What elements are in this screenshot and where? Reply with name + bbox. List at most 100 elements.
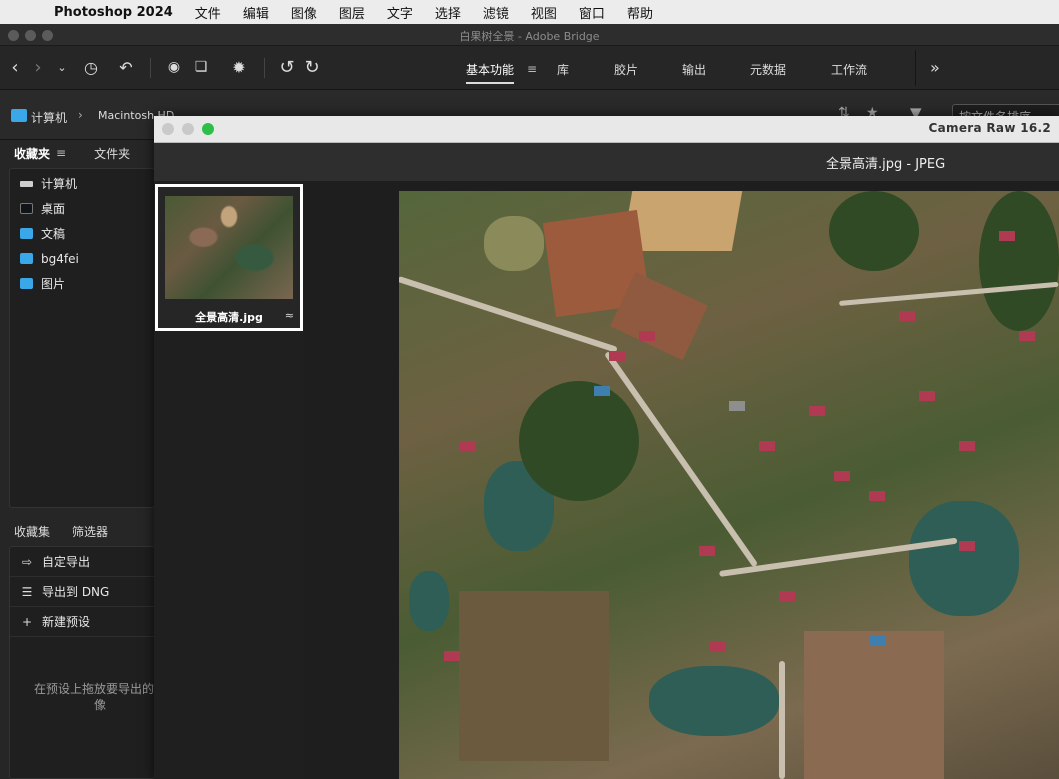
thumbnail-image — [165, 196, 293, 299]
home-folder-icon — [20, 253, 33, 264]
camera-raw-window: Camera Raw 16.2 全景高清.jpg - JPEG 全景高清.jpg… — [154, 116, 1059, 779]
house-roof — [444, 651, 460, 661]
return-to-photoshop-icon[interactable]: ↶ — [115, 56, 137, 78]
breadcrumb-separator-icon: › — [78, 108, 83, 122]
breadcrumb-item[interactable]: 计算机 — [31, 109, 67, 126]
plus-icon: + — [21, 614, 33, 629]
menu-edit[interactable]: 编辑 — [243, 3, 269, 22]
camera-raw-header: 全景高清.jpg - JPEG — [154, 143, 1059, 181]
list-item[interactable]: ☰ 导出到 DNG — [10, 577, 154, 607]
menu-view[interactable]: 视图 — [531, 3, 557, 22]
forward-arrow-icon[interactable]: › — [27, 56, 49, 78]
menu-type[interactable]: 文字 — [387, 3, 413, 22]
export-panel: ⇨ 自定导出 ☰ 导出到 DNG + 新建预设 在预设上拖放要导出的图像 — [9, 546, 166, 779]
zoom-window-button[interactable] — [202, 123, 214, 135]
thumbnail-label: 全景高清.jpg — [195, 311, 263, 324]
list-item[interactable]: bg4fei — [10, 246, 154, 271]
house-roof — [459, 441, 475, 451]
tab-favorites[interactable]: 收藏夹 — [14, 145, 50, 162]
export-hint: 在预设上拖放要导出的图像 — [33, 682, 166, 712]
menu-select[interactable]: 选择 — [435, 3, 461, 22]
tree-cluster — [979, 191, 1059, 331]
pond — [409, 571, 449, 631]
tab-workspace-output[interactable]: 输出 — [682, 61, 706, 78]
favorites-panel-tabs: 收藏夹 ≡ 文件夹 — [0, 140, 155, 166]
pictures-folder-icon — [20, 278, 33, 289]
folder-icon — [11, 109, 27, 122]
list-item[interactable]: 桌面 — [10, 196, 154, 221]
tab-workspace-filmstrip[interactable]: 胶片 — [614, 61, 638, 78]
house-roof — [759, 441, 775, 451]
house-roof — [869, 491, 885, 501]
tab-collections[interactable]: 收藏集 — [14, 523, 50, 540]
toolbar-divider — [150, 58, 151, 78]
file-heading: 全景高清.jpg - JPEG — [826, 157, 946, 172]
tab-workspace-essentials[interactable]: 基本功能 — [466, 61, 515, 84]
favorite-label: 桌面 — [41, 202, 66, 216]
export-panel-tabs: 收藏集 筛选器 — [0, 518, 155, 544]
house-roof — [1019, 331, 1035, 341]
pond — [649, 666, 779, 736]
rotate-right-icon[interactable]: ↻ — [301, 56, 323, 78]
toolbar-divider — [915, 50, 916, 86]
workspace-menu-icon[interactable]: ≡ — [527, 62, 537, 76]
more-workspaces-icon[interactable]: » — [930, 58, 940, 77]
tree-cluster — [829, 191, 919, 271]
house-roof — [729, 401, 745, 411]
pond — [909, 501, 1019, 616]
tree-cluster — [519, 381, 639, 501]
recent-history-icon[interactable]: ◷ — [80, 56, 102, 78]
list-item[interactable]: 文稿 — [10, 221, 154, 246]
bridge-title-bar: 白果树全景 - Adobe Bridge — [0, 24, 1059, 46]
bridge-toolbar: ‹ › ⌄ ◷ ↶ ◉ ❏ ✹ ↺ ↻ 基本功能 ≡ 库 胶片 输出 元数据 工… — [0, 46, 1059, 90]
list-item[interactable]: 计算机 — [10, 171, 154, 196]
menu-filter[interactable]: 滤镜 — [483, 3, 509, 22]
house-roof — [959, 541, 975, 551]
house-roof — [809, 406, 825, 416]
tab-workspace-workflow[interactable]: 工作流 — [831, 61, 867, 78]
image-canvas[interactable] — [304, 182, 1059, 779]
menu-file[interactable]: 文件 — [195, 3, 221, 22]
house-roof — [609, 351, 625, 361]
farm-field — [459, 591, 609, 761]
road — [779, 661, 785, 779]
menu-image[interactable]: 图像 — [291, 3, 317, 22]
menu-help[interactable]: 帮助 — [627, 3, 653, 22]
rotate-left-icon[interactable]: ↺ — [276, 56, 298, 78]
favorite-label: 文稿 — [41, 227, 66, 241]
favorites-list: 计算机 桌面 文稿 bg4fei 图片 — [9, 168, 155, 508]
tab-folders[interactable]: 文件夹 — [94, 145, 130, 162]
adjustments-badge-icon: ≈ — [284, 309, 294, 322]
list-item[interactable]: + 新建预设 — [10, 607, 154, 637]
house-roof — [869, 636, 885, 646]
app-menu-name[interactable]: Photoshop 2024 — [54, 5, 173, 20]
minimize-window-button[interactable] — [182, 123, 194, 135]
refine-stack-icon[interactable]: ❏ — [190, 56, 212, 78]
house-roof — [919, 391, 935, 401]
camera-raw-body: 全景高清.jpg ≈ — [154, 182, 1059, 779]
chevron-down-icon[interactable]: ⌄ — [51, 56, 73, 78]
camera-import-icon[interactable]: ◉ — [163, 56, 185, 78]
tab-filter[interactable]: 筛选器 — [72, 523, 108, 540]
export-item-label: 导出到 DNG — [42, 585, 110, 599]
panel-menu-icon[interactable]: ≡ — [56, 146, 66, 160]
list-item[interactable]: ⇨ 自定导出 — [10, 547, 154, 577]
menu-layer[interactable]: 图层 — [339, 3, 365, 22]
filmstrip-thumbnail[interactable]: 全景高清.jpg ≈ — [155, 184, 303, 331]
back-arrow-icon[interactable]: ‹ — [4, 56, 26, 78]
close-window-button[interactable] — [162, 123, 174, 135]
camera-raw-window-controls — [162, 123, 214, 135]
favorite-label: 计算机 — [41, 177, 78, 191]
house-roof — [959, 441, 975, 451]
house-roof — [699, 546, 715, 556]
export-item-label: 自定导出 — [42, 555, 91, 569]
menu-window[interactable]: 窗口 — [579, 3, 605, 22]
aerial-photo — [399, 191, 1059, 779]
list-icon: ☰ — [21, 584, 33, 599]
list-item[interactable]: 图片 — [10, 271, 154, 296]
open-in-camera-raw-icon[interactable]: ✹ — [228, 56, 250, 78]
house-roof — [899, 311, 915, 321]
house-roof — [834, 471, 850, 481]
tab-workspace-library[interactable]: 库 — [557, 61, 569, 78]
tab-workspace-metadata[interactable]: 元数据 — [750, 61, 786, 78]
